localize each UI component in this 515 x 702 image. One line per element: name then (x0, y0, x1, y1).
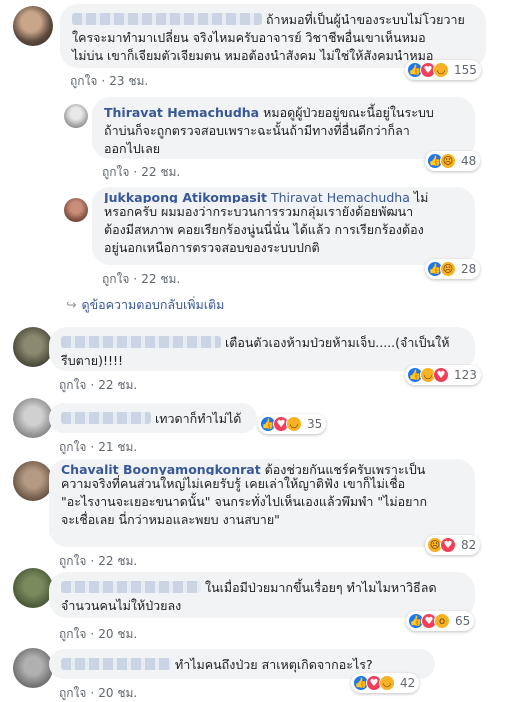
comment-meta: ถูกใจ · 21 ชม. (59, 440, 138, 454)
avatar[interactable] (13, 568, 53, 608)
comment-text-line: เทวดาก็ทำไม่ได้ (154, 411, 242, 426)
timestamp[interactable]: 20 ชม. (98, 627, 137, 641)
comment-bubble: เตือนตัวเองห้ามป่วยห้ามเจ็บ.....(จำเป็นใ… (49, 327, 475, 371)
comment-bubble: ถ้าหมอที่เป็นผู้นำของระบบไม่โวยวาย ใครจะ… (60, 4, 486, 68)
timestamp[interactable]: 22 ชม. (141, 165, 180, 179)
comment-meta: ถูกใจ · 22 ชม. (59, 554, 138, 568)
sad-icon: ☹ (440, 153, 456, 169)
reaction-summary[interactable]: 👍 ◡ ♥ 123 (405, 365, 481, 385)
comment-text-line: "อะไรงานจะเยอะขนาดนั้น" จนกระทั่งไปเห็นเ… (61, 494, 428, 509)
reaction-summary[interactable]: 👍 ♥ ◡ 42 (351, 673, 420, 693)
commenter-name[interactable]: Chavalit Boonyamongkonrat (61, 462, 261, 475)
reaction-count: 35 (307, 417, 323, 431)
reaction-count: 65 (455, 614, 471, 628)
comment-bubble: Chavalit Boonyamongkonrat ต้องช่วยกันแชร… (49, 459, 475, 547)
reaction-summary[interactable]: 👍 ☹ 28 (425, 259, 481, 279)
comment-meta: ถูกใจ · 23 ชม. (70, 74, 149, 88)
reaction-count: 42 (400, 676, 416, 690)
comment-text-line: จะเชื่อเลย นี่กว่าหมอและพยบ งานสบาย" (61, 512, 280, 527)
reply-bubble: Jukkapong Atikompasit Thiravat Hemachudh… (92, 187, 475, 265)
comment-bubble: เทวดาก็ทำไม่ได้ (49, 403, 257, 433)
comment-text-line: รีบตาย)!!!! (61, 353, 124, 368)
reaction-count: 82 (461, 538, 477, 552)
commenter-name[interactable]: Thiravat Hemachudha (104, 105, 259, 120)
commenter-name[interactable]: Jukkapong Atikompasit (104, 190, 267, 203)
comment-text-line: ถ้าบ่นก็จะถูกตรวจสอบเพราะฉะนั้นถ้ามีทางท… (104, 123, 410, 138)
avatar[interactable] (13, 6, 53, 46)
comment-text-line: ใครจะมาทำมาเปลี่ยน จริงไหมครับอาจารย์ วิ… (72, 30, 426, 45)
commenter-name-redacted[interactable] (61, 581, 201, 593)
timestamp[interactable]: 22 ชม. (98, 378, 137, 392)
view-more-replies-link[interactable]: ↩ ดูข้อความตอบกลับเพิ่มเติม (66, 295, 224, 315)
like-link[interactable]: ถูกใจ (70, 74, 97, 88)
timestamp[interactable]: 23 ชม. (109, 74, 148, 88)
like-link[interactable]: ถูกใจ (59, 440, 86, 454)
comment-text-line: อยู่นอกเหนือการตรวจสอบของระบบปกติ (104, 240, 320, 255)
like-link[interactable]: ถูกใจ (102, 272, 129, 286)
timestamp[interactable]: 22 ชม. (141, 272, 180, 286)
comment-meta: ถูกใจ · 22 ชม. (59, 378, 138, 392)
avatar[interactable] (64, 198, 88, 222)
comment-meta: ถูกใจ · 22 ชม. (102, 165, 181, 179)
like-link[interactable]: ถูกใจ (102, 165, 129, 179)
reaction-summary[interactable]: 👍 ♥ ◡ 155 (405, 60, 481, 80)
timestamp[interactable]: 20 ชม. (98, 686, 137, 700)
reaction-summary[interactable]: 👍 ☹ 48 (425, 151, 481, 171)
comment-text-line: ทำไมคนถึงป่วย สาเหตุเกิดจากอะไร? (174, 657, 373, 672)
commenter-name-redacted[interactable] (72, 13, 262, 25)
love-icon: ♥ (433, 367, 449, 383)
haha-icon: ◡ (433, 62, 449, 78)
like-link[interactable]: ถูกใจ (59, 627, 86, 641)
view-more-replies-label: ดูข้อความตอบกลับเพิ่มเติม (81, 297, 225, 312)
comment-text-line: จำนวนคนไม่ให้ป่วยลง (61, 598, 182, 613)
comment-text-line: ต้องมีสหภาพ คอยเรียกร้องนู่นนี่นั่น ได้แ… (104, 222, 424, 237)
reaction-count: 123 (454, 368, 477, 382)
comment-text-line: ถ้าหมอที่เป็นผู้นำของระบบไม่โวยวาย (265, 12, 465, 27)
love-icon: ♥ (440, 537, 456, 553)
comment-text-line: ความจริงที่คนส่วนใหญ่ไม่เคยรับรู้ เคยเล่… (61, 476, 406, 491)
wow-icon: o (434, 613, 450, 629)
comment-text-line: หมอดูผู้ป่วยอยู่ขณะนี้อยู่ในระบบ (263, 105, 434, 120)
comment-meta: ถูกใจ · 22 ชม. (102, 272, 181, 286)
comment-text-line: เตือนตัวเองห้ามป่วยห้ามเจ็บ.....(จำเป็นใ… (224, 335, 450, 350)
avatar[interactable] (13, 327, 53, 367)
timestamp[interactable]: 22 ชม. (98, 554, 137, 568)
commenter-name-redacted[interactable] (61, 412, 151, 424)
comment-text-line: ต้องช่วยกันแชร์ครับเพราะเป็น (264, 462, 426, 475)
commenter-name-redacted[interactable] (61, 658, 171, 670)
comment-text-line: หรอกครับ ผมมองว่ากระบวนการรวมกลุ่มเรายัง… (104, 204, 414, 219)
haha-icon: ◡ (286, 416, 302, 432)
avatar[interactable] (13, 648, 53, 688)
avatar[interactable] (13, 398, 53, 438)
reaction-count: 28 (461, 262, 477, 276)
timestamp[interactable]: 21 ชม. (98, 440, 137, 454)
reaction-summary[interactable]: ☹ ♥ 82 (425, 535, 481, 555)
avatar[interactable] (64, 104, 88, 128)
reply-bubble: Thiravat Hemachudha หมอดูผู้ป่วยอยู่ขณะน… (92, 97, 475, 159)
haha-icon: ◡ (379, 675, 395, 691)
comment-text-line: ออกไปเลย (104, 141, 161, 156)
reaction-count: 155 (454, 63, 477, 77)
like-link[interactable]: ถูกใจ (59, 378, 86, 392)
comment-meta: ถูกใจ · 20 ชม. (59, 686, 138, 700)
reaction-summary[interactable]: 👍 ♥ o 65 (406, 611, 475, 631)
comment-text-line: ในเมื่อมีป่วยมากขึ้นเรื่อยๆ ทำไมไมหาวิธี… (204, 580, 437, 595)
like-link[interactable]: ถูกใจ (59, 554, 86, 568)
comment-meta: ถูกใจ · 20 ชม. (59, 627, 138, 641)
reply-arrow-icon: ↩ (66, 297, 77, 312)
comment-text-line: ไม่ (413, 190, 429, 203)
reaction-count: 48 (461, 154, 477, 168)
mentioned-user[interactable]: Thiravat Hemachudha (271, 190, 410, 203)
reaction-summary[interactable]: 👍 ♥ ◡ 35 (258, 414, 327, 434)
commenter-name-redacted[interactable] (61, 336, 221, 348)
avatar[interactable] (13, 461, 53, 501)
sad-icon: ☹ (440, 261, 456, 277)
like-link[interactable]: ถูกใจ (59, 686, 86, 700)
